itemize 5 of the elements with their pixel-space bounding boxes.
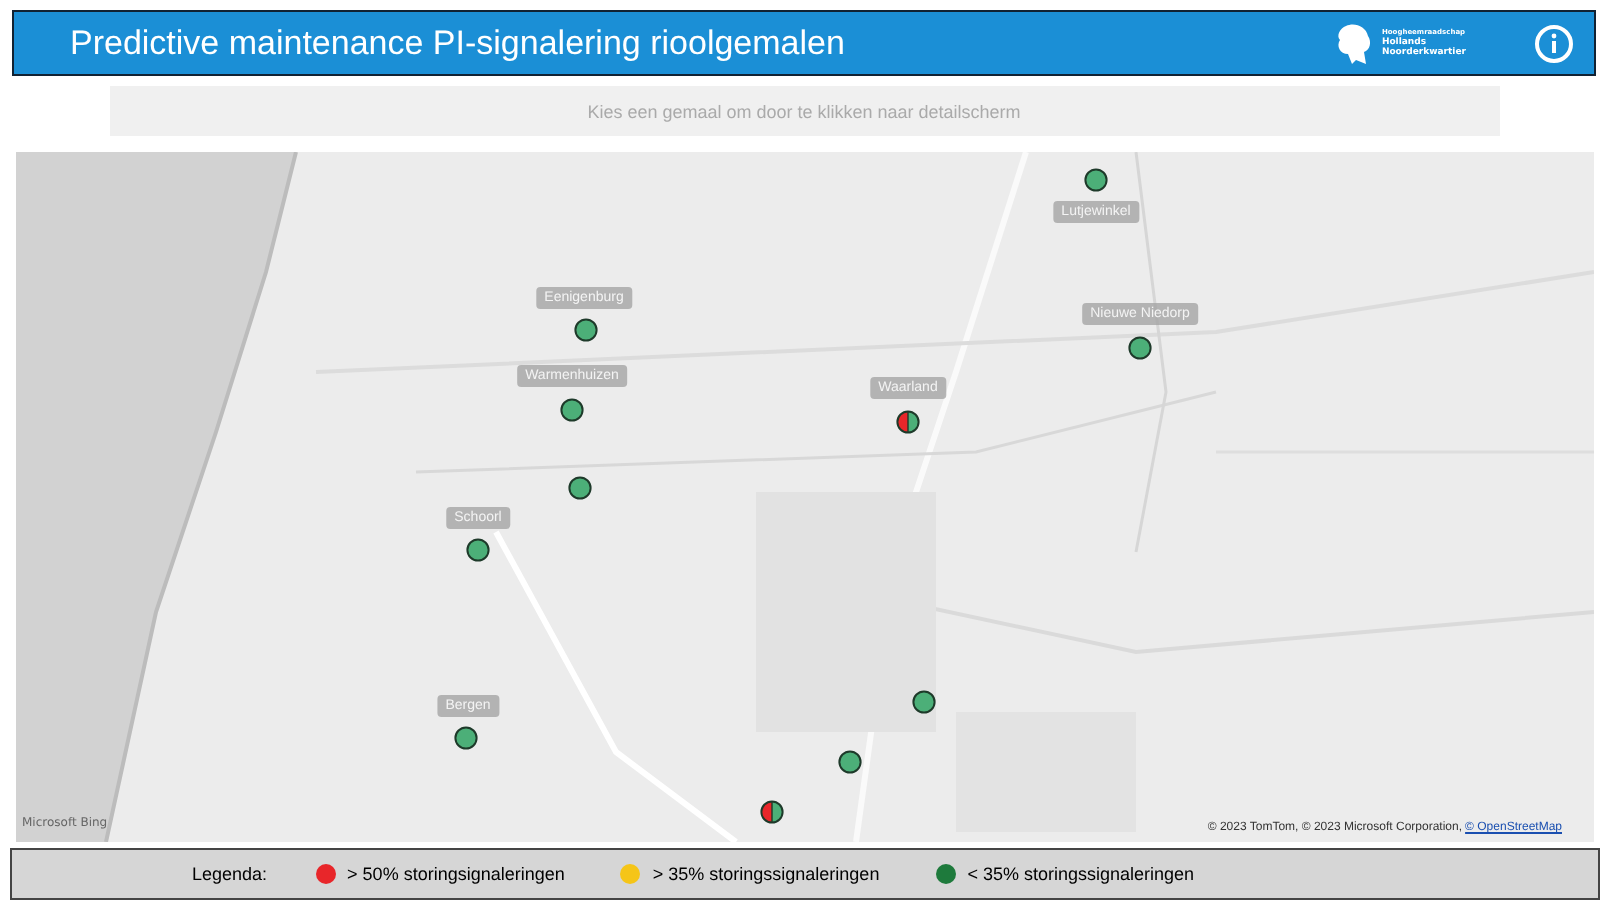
page-title: Predictive maintenance PI-signalering rioolgemalen bbox=[70, 23, 847, 63]
legend-label: > 35% storingssignaleringen bbox=[652, 864, 880, 884]
legend-title: Legenda: bbox=[192, 864, 268, 884]
legend-label: > 50% storingsignaleringen bbox=[347, 864, 565, 884]
legend-label: < 35% storingssignaleringen bbox=[967, 864, 1195, 884]
